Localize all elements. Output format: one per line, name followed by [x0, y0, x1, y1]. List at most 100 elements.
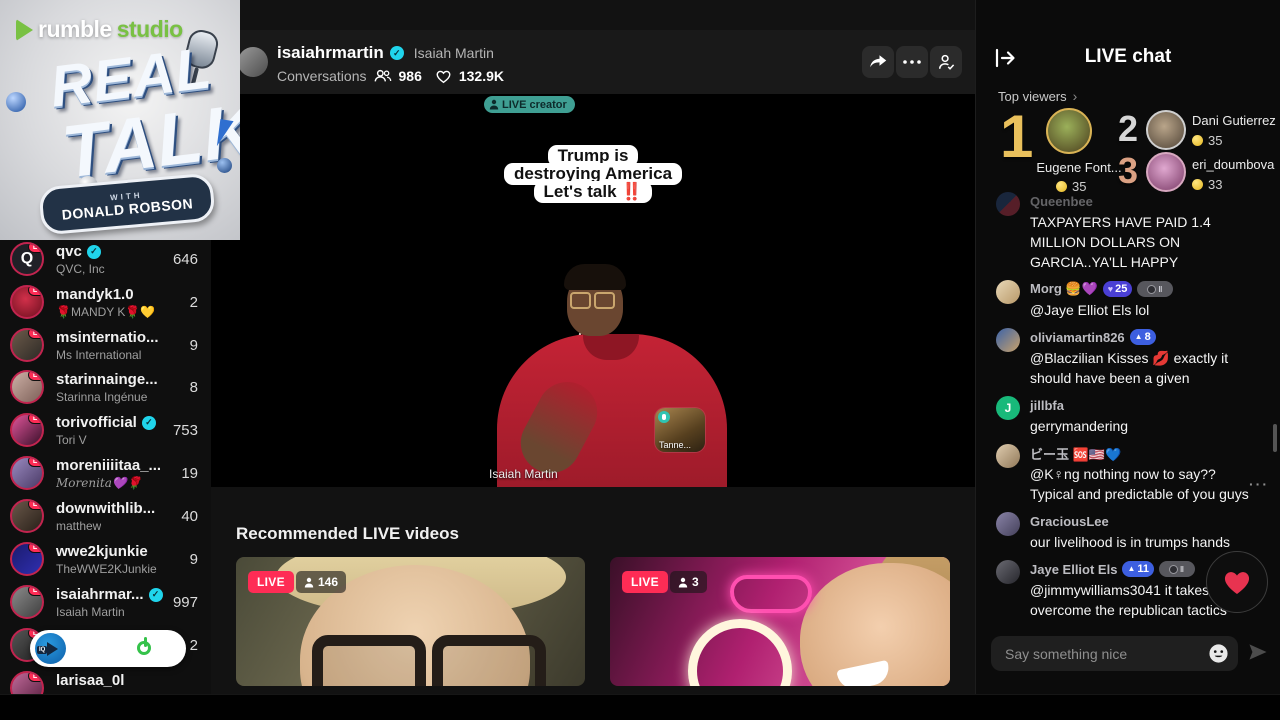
following-button[interactable] — [930, 46, 962, 78]
verified-icon: ✓ — [141, 415, 156, 430]
chat-input[interactable] — [991, 636, 1238, 671]
streamer-avatar[interactable] — [238, 47, 268, 77]
coin-icon — [1056, 181, 1067, 192]
viewer-count-pill: 146 — [296, 571, 347, 593]
chat-message[interactable]: Queenbee TAXPAYERS HAVE PAID 1.4 MILLION… — [996, 192, 1265, 272]
channel-name: Tori V — [56, 433, 87, 447]
stream-main-area: Isaiah Martin Tanne... Trump is destroyi… — [211, 0, 975, 695]
live-badge: LIVE — [28, 501, 42, 510]
avatar — [996, 444, 1020, 468]
channel-username: wwe2kjunkie — [56, 543, 148, 560]
live-badge: LIVE — [28, 415, 42, 424]
more-options-button[interactable] — [896, 46, 928, 78]
avatar: LIVE — [10, 585, 44, 619]
streamer-name-label: Isaiah Martin — [489, 467, 558, 481]
sidebar-item-starinna[interactable]: LIVE starinnainge... Starinna Ingénue 8 — [0, 368, 211, 411]
channel-username: mandyk1.0 — [56, 286, 134, 303]
avatar: LIVE — [10, 456, 44, 490]
sidebar-item-mandyk[interactable]: LIVE mandyk1.0 🌹MANDY K🌹💛 2 — [0, 283, 211, 326]
sidebar-item-isaiahrmartin[interactable]: LIVE isaiahrmar... ✓ Isaiah Martin 997 — [0, 583, 211, 626]
live-stream-page: QLIVE qvc ✓ QVC, Inc 646 LIVE mandyk1.0 🌹… — [0, 0, 1280, 720]
message-more-icon[interactable]: ··· — [1249, 476, 1269, 492]
sidebar-item-wwe2kjunkie[interactable]: LIVE wwe2kjunkie TheWWE2KJunkie 9 — [0, 540, 211, 583]
coin-icon — [1192, 179, 1203, 190]
viewer-count: 19 — [181, 465, 198, 482]
stream-topic: Conversations — [277, 68, 367, 84]
power-icon[interactable] — [135, 637, 157, 659]
chat-username: GraciousLee — [1030, 513, 1109, 529]
share-button[interactable] — [862, 46, 894, 78]
rumble-play-icon — [16, 18, 33, 41]
live-badge: LIVE — [28, 544, 42, 553]
emoji-picker-icon[interactable] — [1208, 643, 1229, 664]
chat-message[interactable]: J jillbfa gerrymandering — [996, 396, 1265, 436]
verified-icon: ✓ — [389, 46, 404, 60]
sidebar-item-torivofficial[interactable]: LIVE torivofficial ✓ Tori V 753 — [0, 411, 211, 454]
top-viewer-name[interactable]: eri_doumbova — [1192, 157, 1274, 172]
recommended-video-1[interactable]: LIVE 146 — [236, 557, 585, 686]
top-viewer-avatar[interactable] — [1146, 110, 1186, 150]
avatar: LIVE — [10, 370, 44, 404]
avatar: LIVE — [10, 285, 44, 319]
verified-icon: ✓ — [86, 244, 101, 259]
avatar: LIVE — [10, 328, 44, 362]
avatar: LIVE — [10, 542, 44, 576]
channel-name: Isaiah Martin — [56, 605, 125, 619]
chat-username: Jaye Elliot Els — [1030, 561, 1118, 577]
exclamation-mark: ‼️ — [621, 182, 643, 201]
share-icon — [870, 55, 887, 68]
media-player-widget[interactable]: IQ — [30, 630, 186, 667]
channel-name: Morenita💜🌹 — [56, 476, 142, 490]
ellipsis-icon — [903, 60, 921, 64]
stream-header: isaiahrmartin ✓ Isaiah Martin Conversati… — [211, 30, 975, 94]
chat-message[interactable]: Morg 🍔💜 ♥ 25 ‖ @Jaye Elliot Els lol — [996, 280, 1265, 320]
person-check-icon — [938, 54, 955, 70]
guest-video-tile[interactable]: Tanne... — [655, 408, 705, 452]
avatar: LIVE — [10, 413, 44, 447]
channel-username: larisaa_0l — [56, 672, 125, 689]
live-badge: LIVE — [28, 458, 42, 467]
sidebar-item-qvc[interactable]: QLIVE qvc ✓ QVC, Inc 646 — [0, 240, 211, 283]
top-viewer-name[interactable]: Dani Gutierrez — [1192, 113, 1276, 128]
chat-text: our livelihood is in trumps hands — [1030, 534, 1230, 550]
coin-icon — [1192, 135, 1203, 146]
live-badge: LIVE — [248, 571, 294, 593]
stream-caption: Trump is destroying America Let's talk ‼… — [211, 145, 975, 203]
chat-text: @Blaczilian Kisses 💋 exactly it should h… — [1030, 350, 1229, 386]
chat-message[interactable]: ビー玉 🆘🇺🇸💙 @K♀ng nothing now to say?? Typi… — [996, 444, 1267, 504]
recommended-heading: Recommended LIVE videos — [236, 524, 459, 543]
chat-scrollbar[interactable] — [1273, 424, 1277, 452]
chat-username: Queenbee — [1030, 193, 1093, 209]
rank-3: 3 — [1118, 150, 1139, 191]
sidebar-item-msinternational[interactable]: LIVE msinternatio... Ms International 9 — [0, 326, 211, 369]
channel-username: torivofficial — [56, 414, 137, 431]
coin-count: 33 — [1208, 177, 1223, 192]
person-icon — [304, 577, 314, 587]
chat-text: TAXPAYERS HAVE PAID 1.4 MILLION DOLLARS … — [1030, 214, 1211, 270]
viewer-count: 2 — [189, 637, 198, 654]
chat-message[interactable]: oliviamartin826 ▲ 8 @Blaczilian Kisses 💋 … — [996, 328, 1265, 388]
recommended-video-2[interactable]: LIVE 3 — [610, 557, 950, 686]
chat-text: @K♀ng nothing now to say?? Typical and p… — [1030, 466, 1249, 502]
sidebar-item-downwithlib[interactable]: LIVE downwithlib... matthew 40 — [0, 497, 211, 540]
streamer-username[interactable]: isaiahrmartin — [277, 43, 384, 63]
level-badge: ▲ 11 — [1122, 561, 1154, 577]
top-viewer-avatar[interactable] — [1146, 152, 1186, 192]
live-badge: LIVE — [622, 571, 668, 593]
coin-count: 35 — [1208, 133, 1223, 148]
live-badge: LIVE — [28, 587, 42, 596]
live-chat-panel: LIVE chat Top viewers 1 Eugene Font... 3… — [975, 0, 1280, 695]
person-icon — [678, 577, 688, 587]
live-badge: LIVE — [28, 372, 42, 381]
decor-sphere — [6, 92, 26, 112]
send-message-icon[interactable] — [1248, 643, 1268, 666]
like-button[interactable] — [1206, 551, 1268, 613]
chat-text: gerrymandering — [1030, 418, 1129, 434]
person-icon — [489, 99, 499, 110]
chat-message[interactable]: GraciousLee our livelihood is in trumps … — [996, 512, 1265, 552]
gift-level-badge: ♥ 25 — [1102, 281, 1133, 297]
sidebar-item-morenita[interactable]: LIVE moreniiiitaa_... Morenita💜🌹 19 — [0, 454, 211, 497]
heart-icon — [1224, 572, 1250, 594]
channel-name: TheWWE2KJunkie — [56, 562, 157, 576]
top-viewer-avatar[interactable] — [1046, 108, 1092, 154]
